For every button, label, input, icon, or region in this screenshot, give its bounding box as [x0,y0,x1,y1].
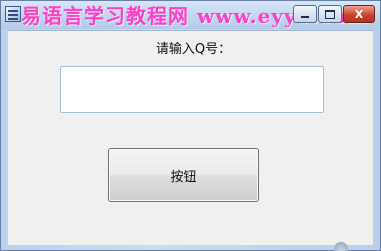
qq-prompt-label: 请输入Q号： [155,42,232,57]
minimize-button[interactable] [293,5,317,23]
close-icon: X [354,7,364,21]
resize-grip[interactable] [334,242,348,251]
maximize-icon [325,9,335,19]
submit-button[interactable]: 按钮 [108,148,259,202]
close-button[interactable]: X [343,5,375,23]
app-window: 易语言学习教程网 www.eyy8.com X 请输入Q号： 按钮 [0,0,381,251]
title-bar[interactable]: 易语言学习教程网 www.eyy8.com X [1,1,380,29]
client-area: 请输入Q号： 按钮 [8,30,373,245]
maximize-button[interactable] [318,5,342,23]
minimize-icon [301,16,309,18]
submit-button-label: 按钮 [170,169,197,185]
qq-number-input[interactable] [60,66,324,113]
app-icon[interactable] [5,6,21,22]
